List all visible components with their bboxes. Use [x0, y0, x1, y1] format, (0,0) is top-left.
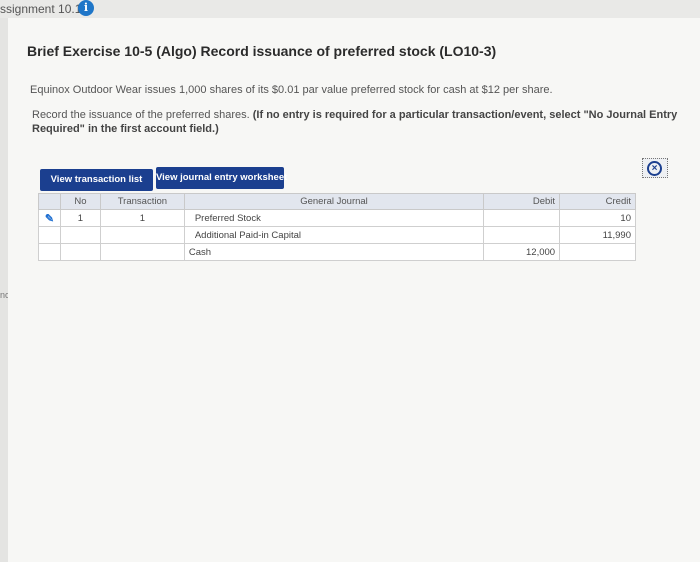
- header-credit: Credit: [559, 193, 636, 210]
- row-account: Additional Paid-in Capital: [183, 226, 485, 244]
- instruction-text: Record the issuance of the preferred sha…: [32, 108, 700, 136]
- assignment-title: ssignment 10.1: [0, 2, 82, 16]
- row-no: [59, 243, 101, 261]
- row-credit: [559, 243, 636, 261]
- instruction-plain: Record the issuance of the preferred sha…: [32, 109, 250, 121]
- row-account: Cash: [183, 243, 485, 261]
- top-bar: ssignment 10.1 i: [0, 0, 700, 18]
- view-journal-worksheet-button[interactable]: View journal entry worksheet: [156, 167, 287, 189]
- row-debit: [483, 226, 561, 244]
- row-transaction: [99, 243, 185, 261]
- edit-cell[interactable]: ✎: [38, 209, 61, 227]
- table-row: Additional Paid-in Capital 11,990: [38, 226, 636, 244]
- journal-table: No Transaction General Journal Debit Cre…: [38, 193, 636, 261]
- row-transaction: 1: [99, 209, 185, 227]
- page: ssignment 10.1 i nces Brief Exercise 10-…: [0, 0, 700, 562]
- row-debit: [483, 209, 561, 227]
- row-no: 1: [59, 209, 101, 227]
- table-row: Cash 12,000: [38, 243, 636, 261]
- row-debit: 12,000: [483, 243, 561, 261]
- edit-cell: [38, 243, 61, 261]
- row-no: [59, 226, 101, 244]
- row-transaction: [99, 226, 185, 244]
- table-row: ✎ 1 1 Preferred Stock 10: [38, 209, 636, 227]
- header-transaction: Transaction: [99, 193, 185, 210]
- row-credit: 10: [559, 209, 636, 227]
- row-credit: 11,990: [559, 226, 636, 244]
- problem-text: Equinox Outdoor Wear issues 1,000 shares…: [30, 84, 553, 96]
- pencil-icon[interactable]: ✎: [45, 213, 54, 225]
- row-account: Preferred Stock: [183, 209, 485, 227]
- edit-cell: [38, 226, 61, 244]
- header-edit: [38, 193, 61, 210]
- view-transaction-list-button[interactable]: View transaction list: [40, 169, 153, 191]
- close-button[interactable]: ×: [642, 158, 668, 178]
- journal-header-row: No Transaction General Journal Debit Cre…: [38, 193, 636, 210]
- exercise-title: Brief Exercise 10-5 (Algo) Record issuan…: [27, 43, 497, 59]
- info-icon[interactable]: i: [78, 0, 94, 16]
- main-content: [8, 18, 700, 562]
- header-general-journal: General Journal: [183, 193, 485, 210]
- close-icon: ×: [647, 161, 662, 176]
- header-debit: Debit: [483, 193, 561, 210]
- header-no: No: [59, 193, 101, 210]
